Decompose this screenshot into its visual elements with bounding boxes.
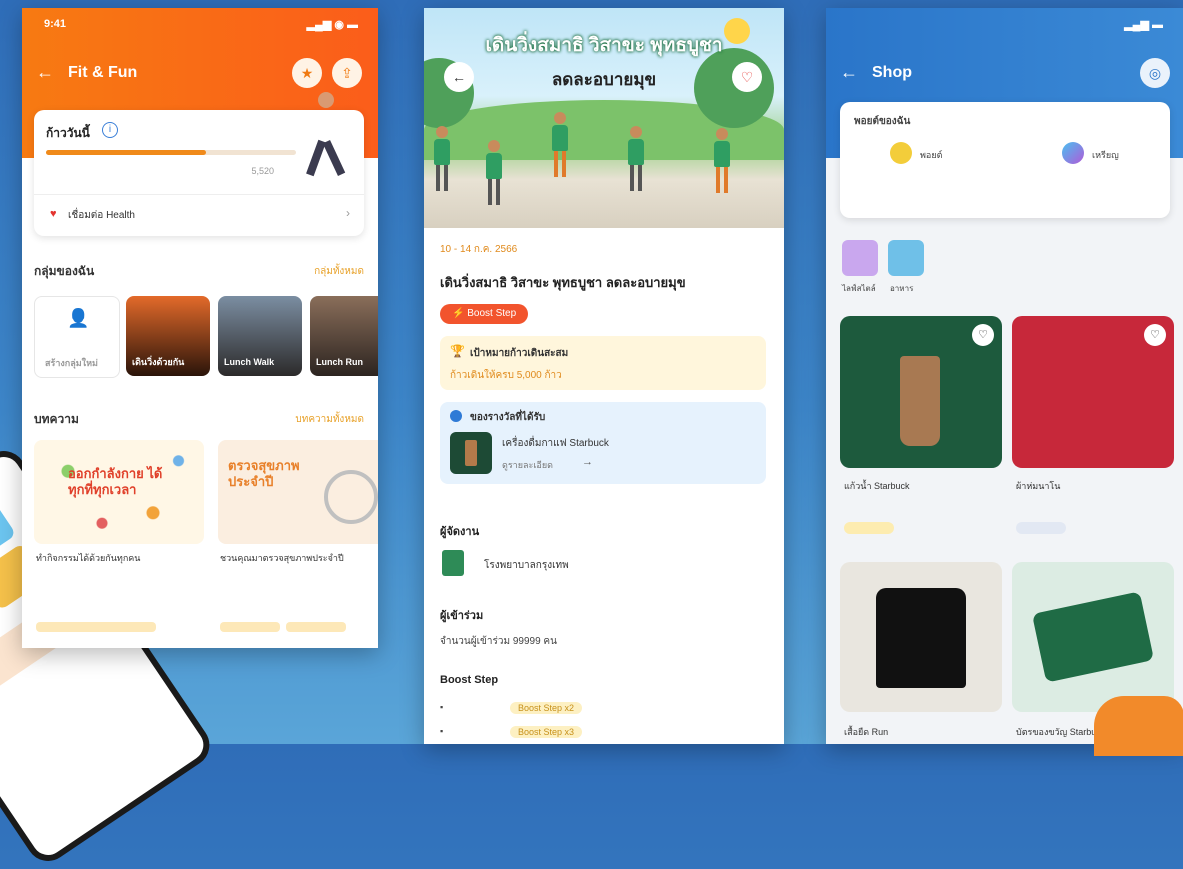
event-date: 10 - 14 ก.ค. 2566 [440, 244, 518, 255]
group-label: Lunch Walk [224, 357, 275, 367]
groups-title: กลุ่มของฉัน [34, 264, 95, 278]
fit-fun-screen: 9:41 ▂▄▆ ◉ ▬ ← Fit & Fun ★ ⇪ ก้าววันนี้ … [22, 8, 378, 648]
reward-thumbnail [450, 432, 492, 474]
chevron-right-icon[interactable]: › [346, 206, 350, 220]
article-card[interactable]: ตรวจสุขภาพ ประจำปี [218, 440, 378, 544]
back-arrow-icon[interactable]: ← [840, 62, 858, 83]
steps-progress-track [46, 150, 296, 155]
share-icon[interactable]: ⇪ [332, 58, 362, 88]
page-title: Shop [872, 64, 912, 81]
status-time: 9:41 [44, 18, 67, 30]
points-card-title: พอยต์ของฉัน [854, 116, 911, 127]
product-name: เสื้อยืด Run [844, 727, 889, 737]
trophy-icon[interactable]: ★ [292, 58, 322, 88]
group-label: เดินวิ่งด้วยกัน [132, 357, 185, 367]
group-item-add[interactable]: 👤 สร้างกลุ่มใหม่ [34, 296, 120, 378]
product-card[interactable]: ♡ [1012, 316, 1174, 468]
article-tag [220, 622, 280, 632]
article-tag [286, 622, 346, 632]
back-arrow-icon[interactable]: ← [444, 62, 474, 92]
group-label: Lunch Run [316, 357, 363, 367]
status-icons: ▂▄▆ ▬ [1124, 19, 1163, 31]
page-title: Fit & Fun [68, 64, 138, 81]
trophy-icon: 🏆 [450, 344, 465, 358]
category-item[interactable] [888, 240, 924, 276]
stethoscope-icon [324, 470, 378, 524]
product-name: แก้วน้ำ Starbuck [844, 481, 910, 491]
heart-icon: ♥ [50, 208, 57, 220]
tshirt-icon [876, 588, 966, 688]
runner-illustration [302, 92, 352, 182]
groups-more-link[interactable]: กลุ่มทั้งหมด [314, 264, 364, 279]
points-label: พอยต์ [920, 150, 943, 160]
organizer-name: โรงพยาบาลกรุงเทพ [484, 560, 569, 571]
points-card: พอยต์ของฉัน พอยต์ เหรียญ [840, 102, 1170, 218]
event-detail-screen: เดินวิ่งสมาธิ วิสาขะ พุทธบูชา ลดละอบายมุ… [424, 8, 784, 744]
coins-label: เหรียญ [1092, 150, 1119, 160]
banner-subtitle: ลดละอบายมุข [551, 70, 657, 89]
articles-title: บทความ [34, 412, 79, 426]
category-label: อาหาร [890, 284, 914, 293]
article-tag [36, 622, 156, 632]
boost-badge: ⚡ Boost Step [440, 304, 529, 324]
shop-screen: ▂▄▆ ▬ ← Shop ◎ พอยต์ของฉัน พอยต์ เหรียญ … [826, 8, 1183, 744]
orange-shoe-decoration [1094, 696, 1183, 756]
status-icons: ▂▄▆ ◉ ▬ [306, 19, 358, 31]
drink-cup-icon [900, 356, 940, 446]
organizer-logo [442, 550, 464, 576]
product-name: ผ้าห่มนาโน [1016, 481, 1061, 491]
boost-step-label: Boost Step [440, 674, 499, 686]
organizer-label: ผู้จัดงาน [440, 526, 480, 538]
group-item[interactable]: Lunch Walk [218, 296, 302, 376]
back-arrow-icon[interactable]: ← [36, 62, 54, 83]
price-tag [1016, 522, 1066, 534]
articles-more-link[interactable]: บทความทั้งหมด [295, 412, 364, 427]
product-card[interactable]: ♡ [840, 316, 1002, 468]
article-caption: ชวนคุณมาตรวจสุขภาพประจำปี [220, 553, 344, 563]
steps-label: ก้าววันนี้ [46, 126, 90, 140]
steps-goal: 5,520 [251, 166, 274, 176]
reward-more-link[interactable]: ดูรายละเอียด [502, 458, 553, 472]
goal-box: 🏆 เป้าหมายก้าวเดินสะสม ก้าวเดินให้ครบ 5,… [440, 336, 766, 390]
goal-label: เป้าหมายก้าวเดินสะสม [470, 348, 569, 359]
badge-label: Boost Step [467, 308, 517, 319]
reward-label: ของรางวัลที่ได้รับ [470, 412, 546, 423]
article-banner-text: ตรวจสุขภาพ ประจำปี [228, 458, 300, 489]
product-card[interactable] [1012, 562, 1174, 712]
group-label: สร้างกลุ่มใหม่ [45, 358, 98, 368]
info-icon[interactable]: i [102, 122, 118, 138]
health-link[interactable]: เชื่อมต่อ Health [68, 208, 135, 223]
article-card[interactable]: ออกกำลังกาย ได้ทุกที่ทุกเวลา [34, 440, 204, 544]
coin-icon [890, 142, 912, 164]
group-item[interactable]: เดินวิ่งด้วยกัน [126, 296, 210, 376]
gem-icon [1062, 142, 1084, 164]
article-banner-text: ออกกำลังกาย ได้ทุกที่ทุกเวลา [68, 466, 163, 497]
boost-row-value: Boost Step x3 [510, 726, 583, 738]
category-label: ไลฟ์สไตล์ [842, 284, 876, 293]
heart-outline-icon[interactable]: ♡ [732, 62, 762, 92]
reward-item: เครื่องดื่มกาแฟ Starbuck [502, 438, 609, 449]
event-title: เดินวิ่งสมาธิ วิสาขะ พุทธบูชา ลดละอบายมุ… [440, 275, 686, 290]
gift-card-icon [1031, 591, 1155, 683]
boost-row-value: Boost Step x2 [510, 702, 583, 714]
price-tag [844, 522, 894, 534]
category-item[interactable] [842, 240, 878, 276]
arrow-right-icon[interactable]: → [582, 456, 593, 468]
boost-row: ▪ Boost Step x3 [440, 726, 770, 742]
participants-label: ผู้เข้าร่วม [440, 610, 484, 622]
group-item[interactable]: Lunch Run [310, 296, 378, 376]
article-caption: ทำกิจกรรมได้ด้วยกันทุกคน [36, 553, 141, 563]
boost-row: ▪ Boost Step x2 [440, 702, 770, 718]
steps-progress-fill [46, 150, 206, 155]
reward-box: ของรางวัลที่ได้รับ เครื่องดื่มกาแฟ Starb… [440, 402, 766, 484]
points-badge-icon[interactable]: ◎ [1140, 58, 1170, 88]
participants-count: จำนวนผู้เข้าร่วม 99999 คน [440, 636, 557, 647]
banner-title: เดินวิ่งสมาธิ วิสาขะ พุทธบูชา [485, 35, 723, 56]
gift-icon [450, 410, 462, 422]
heart-outline-icon[interactable]: ♡ [972, 324, 994, 346]
heart-outline-icon[interactable]: ♡ [1144, 324, 1166, 346]
goal-value: ก้าวเดินให้ครบ 5,000 ก้าว [450, 370, 562, 381]
product-card[interactable] [840, 562, 1002, 712]
